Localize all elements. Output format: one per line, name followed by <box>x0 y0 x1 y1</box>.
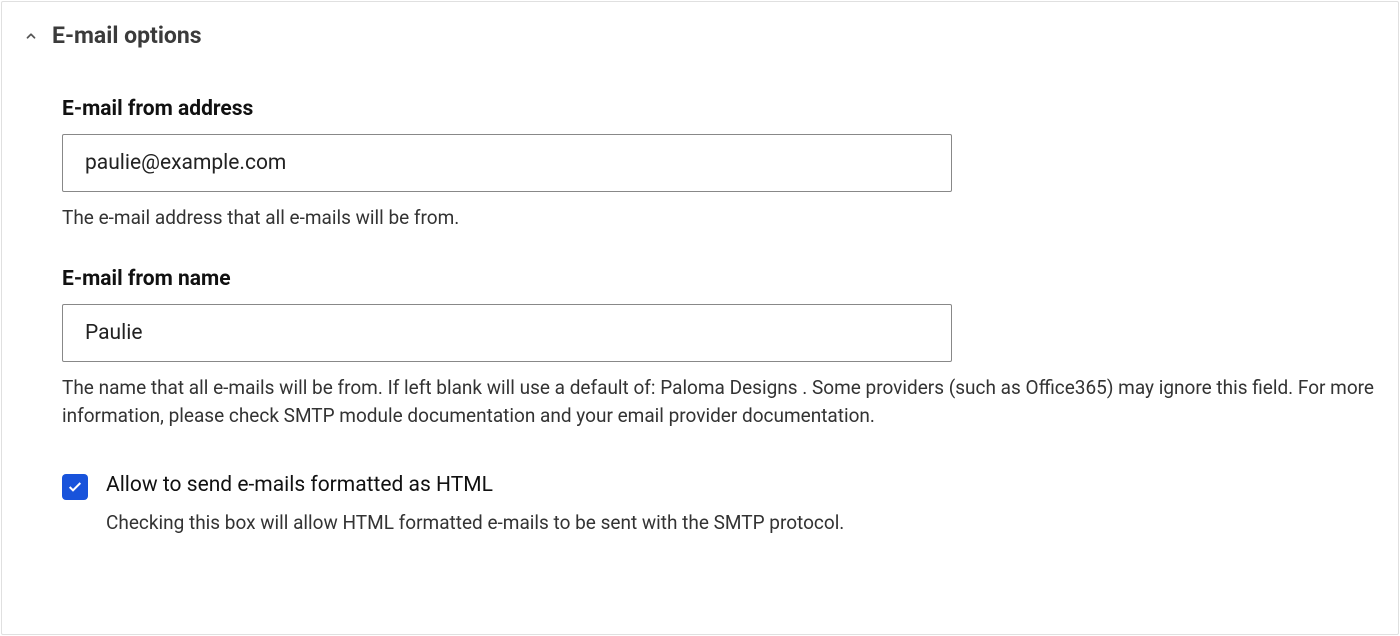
from-address-input[interactable] <box>62 134 952 192</box>
from-name-label: E-mail from name <box>62 267 1376 291</box>
html-checkbox[interactable] <box>62 474 88 500</box>
field-from-name: E-mail from name The name that all e-mai… <box>62 267 1376 431</box>
from-address-help: The e-mail address that all e-mails will… <box>62 204 1376 233</box>
from-name-help: The name that all e-mails will be from. … <box>62 374 1376 431</box>
section-header[interactable]: E-mail options <box>24 22 1376 49</box>
from-address-label: E-mail from address <box>62 97 1376 121</box>
html-checkbox-label[interactable]: Allow to send e-mails formatted as HTML <box>106 473 844 497</box>
from-name-input[interactable] <box>62 304 952 362</box>
fields-container: E-mail from address The e-mail address t… <box>24 97 1376 537</box>
check-icon <box>67 479 83 495</box>
html-checkbox-help: Checking this box will allow HTML format… <box>106 509 844 538</box>
section-title: E-mail options <box>52 22 202 49</box>
checkbox-content: Allow to send e-mails formatted as HTML … <box>106 473 844 538</box>
html-checkbox-row: Allow to send e-mails formatted as HTML … <box>62 473 1376 538</box>
chevron-up-icon <box>24 29 38 43</box>
field-from-address: E-mail from address The e-mail address t… <box>62 97 1376 233</box>
email-options-panel: E-mail options E-mail from address The e… <box>1 1 1399 635</box>
